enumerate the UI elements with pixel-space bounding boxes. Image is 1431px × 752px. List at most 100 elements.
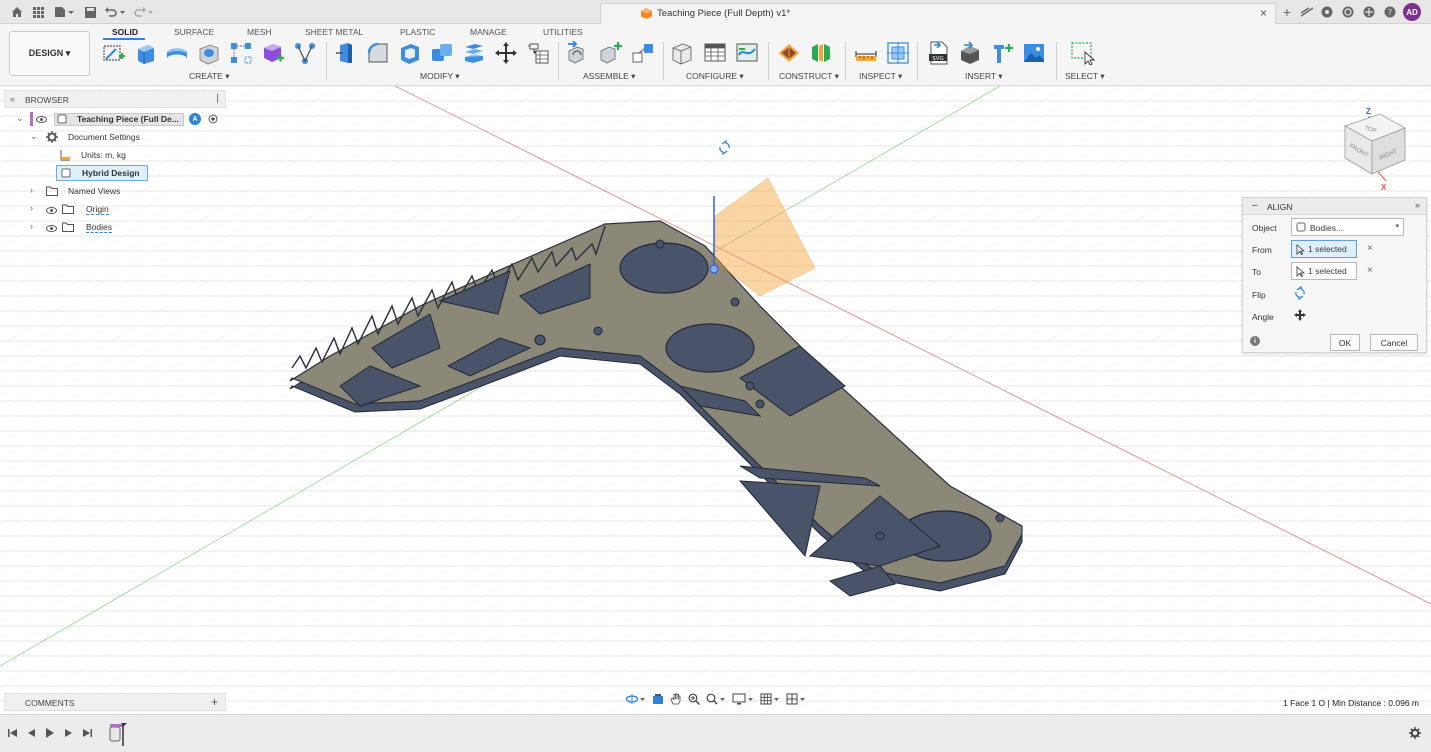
browser-options-icon[interactable]: |	[216, 93, 219, 104]
browser-header[interactable]: « BROWSER |	[4, 90, 226, 108]
save-icon[interactable]	[83, 4, 97, 20]
chevron-down-icon[interactable]: ⌄	[16, 113, 24, 124]
display-settings-icon[interactable]	[732, 693, 754, 707]
chevron-right-icon[interactable]: ›	[30, 221, 33, 231]
user-avatar[interactable]: AD	[1403, 3, 1421, 21]
offset-plane-icon[interactable]	[777, 41, 801, 65]
expand-dialog-icon[interactable]: »	[1415, 200, 1420, 210]
grid-apps-icon[interactable]	[31, 4, 45, 20]
revolve-icon[interactable]	[165, 41, 189, 65]
new-tab-icon[interactable]: +	[1280, 4, 1294, 20]
visibility-eye-icon[interactable]	[46, 206, 57, 216]
tab-solid[interactable]: SOLID	[112, 27, 138, 37]
joint-icon[interactable]	[599, 41, 623, 65]
insert-group-label[interactable]: INSERT ▾	[965, 71, 1003, 82]
insert-canvas-icon[interactable]	[1022, 41, 1046, 65]
configuration-rule-icon[interactable]	[735, 41, 759, 65]
info-icon[interactable]: i	[1250, 336, 1260, 346]
angle-rotate-icon[interactable]	[1294, 309, 1306, 323]
activate-radio-icon[interactable]	[208, 114, 218, 126]
step-forward-icon[interactable]	[63, 728, 73, 740]
clear-to-icon[interactable]: ×	[1367, 265, 1373, 276]
workspace-switcher-button[interactable]: DESIGN ▾	[9, 31, 90, 76]
create-group-label[interactable]: CREATE ▾	[189, 71, 229, 82]
chevron-right-icon[interactable]: ›	[30, 185, 33, 195]
browser-item-units[interactable]: Units: m, kg	[56, 147, 226, 163]
construct-group-label[interactable]: CONSTRUCT ▾	[779, 71, 839, 82]
from-selection-field[interactable]: 1 selected	[1291, 240, 1357, 258]
measure-icon[interactable]	[854, 41, 878, 65]
clear-from-icon[interactable]: ×	[1367, 243, 1373, 254]
move-copy-icon[interactable]	[494, 41, 518, 65]
notifications-icon[interactable]	[1341, 4, 1355, 20]
timeline-feature-icon[interactable]	[108, 723, 128, 749]
close-tab-icon[interactable]: ×	[1260, 6, 1267, 20]
viewports-icon[interactable]	[786, 693, 806, 707]
insert-mcmaster-icon[interactable]	[990, 41, 1014, 65]
tab-manage[interactable]: MANAGE	[470, 27, 507, 37]
object-type-dropdown[interactable]: Bodies... ▾	[1291, 218, 1404, 236]
visibility-eye-icon[interactable]	[36, 115, 47, 125]
undo-icon[interactable]	[103, 4, 127, 20]
browser-item-bodies[interactable]: › Bodies	[28, 219, 226, 235]
shell-icon[interactable]	[398, 41, 422, 65]
help-icon[interactable]: ?	[1383, 4, 1397, 20]
derive-icon[interactable]	[293, 41, 317, 65]
ok-button[interactable]: OK	[1330, 334, 1360, 351]
create-sketch-icon[interactable]	[102, 41, 126, 65]
fillet-icon[interactable]	[366, 41, 390, 65]
collapse-dialog-icon[interactable]: –	[1252, 200, 1258, 211]
job-status-icon[interactable]	[1320, 4, 1334, 20]
orbit-icon[interactable]	[625, 693, 646, 707]
browser-item-origin[interactable]: › Origin	[28, 201, 226, 217]
pattern-icon[interactable]	[229, 41, 253, 65]
extrude-icon[interactable]	[134, 41, 158, 65]
triad-origin[interactable]	[709, 264, 719, 274]
as-built-joint-icon[interactable]	[631, 41, 655, 65]
tab-mesh[interactable]: MESH	[247, 27, 272, 37]
timeline-settings-gear-icon[interactable]	[1409, 727, 1421, 741]
play-icon[interactable]	[45, 728, 55, 740]
parameters-icon[interactable]	[526, 41, 550, 65]
insert-mesh-icon[interactable]	[958, 41, 982, 65]
look-at-icon[interactable]	[652, 693, 664, 707]
cancel-button[interactable]: Cancel	[1370, 334, 1418, 351]
file-menu-icon[interactable]	[53, 4, 75, 20]
midplane-icon[interactable]	[809, 41, 833, 65]
insert-svg-icon[interactable]: SVG	[926, 41, 950, 65]
collapse-browser-icon[interactable]: «	[10, 94, 15, 104]
browser-item-document-settings[interactable]: ⌄ Document Settings	[28, 129, 226, 145]
visibility-eye-icon[interactable]	[46, 224, 57, 234]
press-pull-icon[interactable]	[334, 41, 358, 65]
pan-hand-icon[interactable]	[670, 693, 682, 707]
chevron-down-icon[interactable]: ⌄	[30, 131, 38, 142]
go-to-start-icon[interactable]	[8, 728, 18, 740]
align-dialog-header[interactable]: – ALIGN »	[1243, 198, 1426, 215]
step-back-icon[interactable]	[27, 728, 37, 740]
tab-utilities[interactable]: UTILITIES	[543, 27, 583, 37]
browser-item-named-views[interactable]: › Named Views	[28, 183, 226, 199]
combine-icon[interactable]	[430, 41, 454, 65]
comments-panel[interactable]: COMMENTS +	[4, 693, 226, 711]
go-to-end-icon[interactable]	[82, 728, 92, 740]
browser-root-row[interactable]: ⌄ Teaching Piece (Full De... A	[14, 111, 226, 127]
redo-icon[interactable]	[131, 4, 155, 20]
grid-settings-icon[interactable]	[760, 693, 780, 707]
interference-icon[interactable]	[886, 41, 910, 65]
chevron-right-icon[interactable]: ›	[30, 203, 33, 213]
create-form-icon[interactable]	[261, 41, 285, 65]
home-icon[interactable]	[10, 4, 24, 20]
replace-face-icon[interactable]	[462, 41, 486, 65]
extensions-icon[interactable]	[1300, 4, 1314, 20]
add-comment-icon[interactable]: +	[211, 695, 218, 709]
hole-icon[interactable]	[197, 41, 221, 65]
tab-plastic[interactable]: PLASTIC	[400, 27, 435, 37]
configure-design-icon[interactable]	[670, 41, 694, 65]
configure-group-label[interactable]: CONFIGURE ▾	[686, 71, 744, 82]
to-selection-field[interactable]: 1 selected	[1291, 262, 1357, 280]
online-status-icon[interactable]	[1362, 4, 1376, 20]
browser-item-hybrid-design[interactable]: Hybrid Design	[56, 165, 148, 181]
window-select-icon[interactable]	[1071, 41, 1095, 65]
assemble-group-label[interactable]: ASSEMBLE ▾	[583, 71, 635, 82]
tab-surface[interactable]: SURFACE	[174, 27, 214, 37]
